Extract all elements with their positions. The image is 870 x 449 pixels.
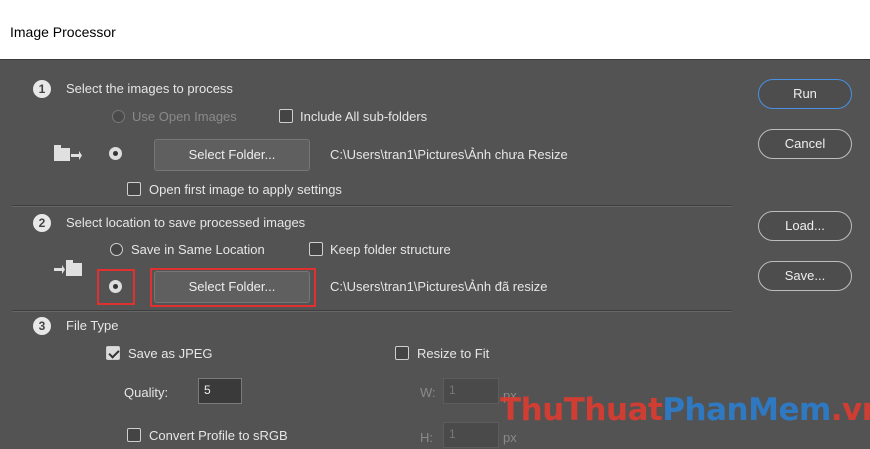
watermark: ThuThuatPhanMem.vn (500, 392, 870, 428)
source-select-folder-radio[interactable] (109, 147, 122, 160)
button-highlight-box (150, 268, 316, 307)
step-2-badge: 2 (33, 214, 51, 232)
use-open-images-radio[interactable] (112, 110, 125, 123)
save-as-jpeg-label: Save as JPEG (128, 346, 213, 361)
keep-folder-structure-label: Keep folder structure (330, 242, 451, 257)
include-subfolders-checkbox[interactable] (279, 109, 293, 123)
keep-folder-structure-checkbox[interactable] (309, 242, 323, 256)
quality-label: Quality: (124, 385, 169, 400)
width-label: W: (420, 385, 436, 400)
watermark-part2: PhanMem (662, 392, 831, 428)
load-button[interactable]: Load... (758, 211, 852, 241)
open-first-image-checkbox[interactable] (127, 182, 141, 196)
height-label: H: (420, 430, 433, 445)
convert-profile-label: Convert Profile to sRGB (149, 428, 288, 443)
separator (12, 310, 732, 311)
arrow-folder-icon (54, 260, 82, 276)
resize-to-fit-checkbox[interactable] (395, 346, 409, 360)
height-unit: px (503, 430, 517, 445)
section3-heading: File Type (66, 318, 119, 333)
use-open-images-label: Use Open Images (132, 109, 237, 124)
window-title: Image Processor (10, 24, 116, 40)
step-3-badge: 3 (33, 317, 51, 335)
save-same-location-radio[interactable] (110, 243, 123, 256)
save-same-location-label: Save in Same Location (131, 242, 265, 257)
watermark-part3: .vn (830, 392, 870, 428)
separator (12, 205, 732, 206)
section2-heading: Select location to save processed images (66, 215, 306, 230)
save-button[interactable]: Save... (758, 261, 852, 291)
folder-arrow-icon (54, 145, 82, 161)
dest-path: C:\Users\tran1\Pictures\Ảnh đã resize (330, 279, 548, 294)
resize-to-fit-label: Resize to Fit (417, 346, 490, 361)
save-as-jpeg-checkbox[interactable] (106, 346, 120, 360)
title-bar: Image Processor (0, 0, 870, 60)
step-1-badge: 1 (33, 80, 51, 98)
height-input[interactable]: 1 (443, 422, 499, 448)
section1-heading: Select the images to process (66, 81, 233, 96)
run-button[interactable]: Run (758, 79, 852, 109)
radio-highlight-box (97, 269, 135, 305)
source-path: C:\Users\tran1\Pictures\Ảnh chưa Resize (330, 147, 568, 162)
quality-input[interactable]: 5 (198, 378, 242, 404)
convert-profile-checkbox[interactable] (127, 428, 141, 442)
source-select-folder-button[interactable]: Select Folder... (154, 139, 310, 171)
width-input[interactable]: 1 (443, 378, 499, 404)
open-first-image-label: Open first image to apply settings (149, 182, 342, 197)
watermark-part1: ThuThuat (500, 392, 663, 428)
include-subfolders-label: Include All sub-folders (300, 109, 428, 124)
cancel-button[interactable]: Cancel (758, 129, 852, 159)
